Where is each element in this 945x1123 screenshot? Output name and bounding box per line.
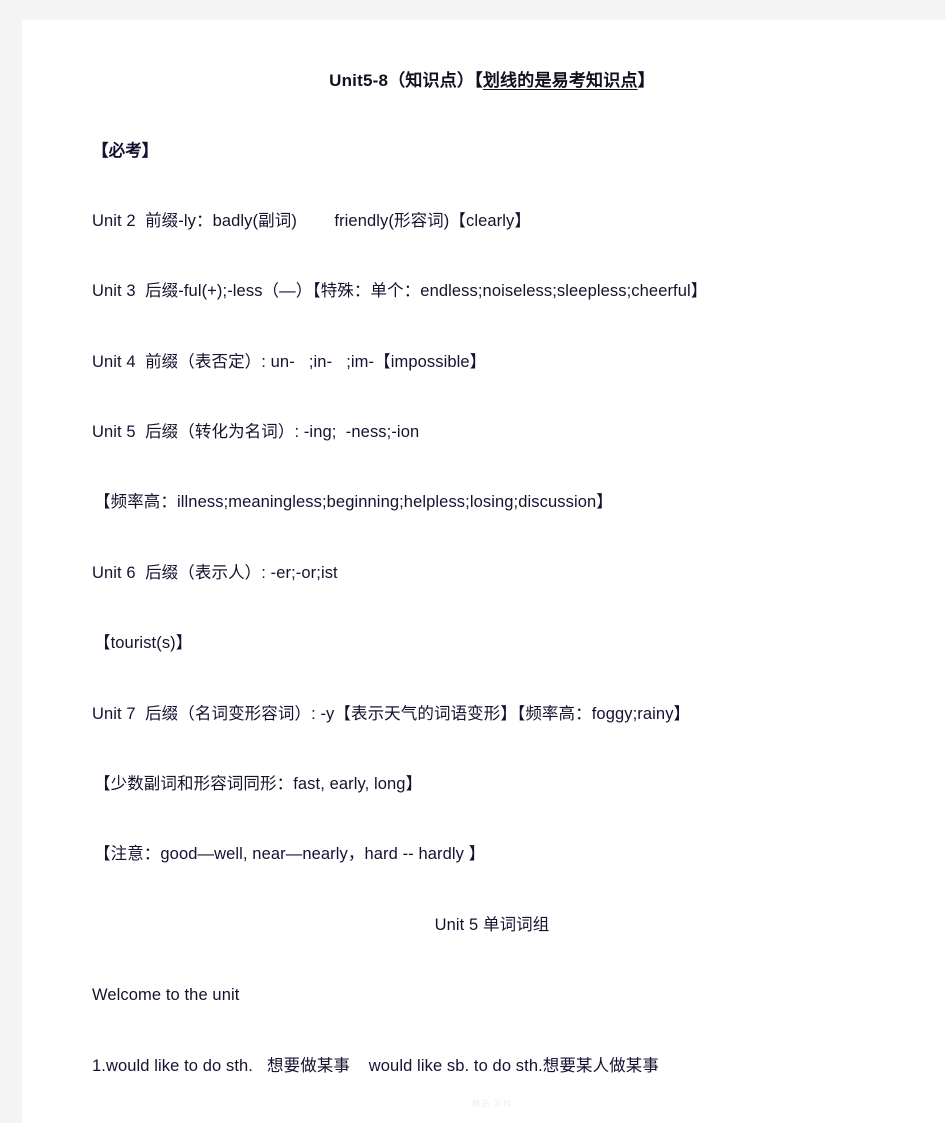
document-page: Unit5-8（知识点）【划线的是易考知识点】 【必考】 Unit 2 前缀-l… — [22, 20, 945, 1123]
footer-watermark: 精品 文档 — [472, 1099, 512, 1108]
page-title: Unit5-8（知识点）【划线的是易考知识点】 — [92, 66, 892, 91]
text-line-attention: 【注意：good—well, near—nearly，hard -- hardl… — [94, 845, 486, 863]
text-line-unit4: Unit 4 前缀（表否定）: un- ;in- ;im-【impossible… — [92, 353, 487, 371]
page-content-area: Unit5-8（知识点）【划线的是易考知识点】 【必考】 Unit 2 前缀-l… — [92, 20, 892, 1123]
text-line-adverb-adjective-same: 【少数副词和形容词同形：fast, early, long】 — [94, 775, 423, 793]
title-underlined-text: 划线的是易考知识点 — [482, 71, 638, 90]
text-line-tourist: 【tourist(s)】 — [94, 634, 193, 652]
text-line-unit6: Unit 6 后缀（表示人）: -er;-or;ist — [92, 564, 338, 582]
text-line-welcome-to-the-unit: Welcome to the unit — [92, 986, 240, 1004]
text-line-frequency-high-nouns: 【频率高：illness;meaningless;beginning;helpl… — [94, 493, 613, 511]
title-prefix: Unit5-8（知识点）【 — [329, 71, 483, 90]
text-line-unit2: Unit 2 前缀-ly：badly(副词) friendly(形容词)【cle… — [92, 212, 531, 230]
text-line-unit5: Unit 5 后缀（转化为名词）: -ing; -ness;-ion — [92, 423, 420, 441]
section-heading-bikao: 【必考】 — [92, 142, 159, 160]
subheading-unit5-vocabulary: Unit 5 单词词组 — [434, 916, 550, 934]
title-suffix: 】 — [637, 71, 655, 90]
text-line-would-like: 1.would like to do sth. 想要做某事 would like… — [92, 1057, 659, 1075]
text-line-unit7: Unit 7 后缀（名词变形容词）: -y【表示天气的词语变形】【频率高：fog… — [92, 705, 691, 723]
text-line-unit3: Unit 3 后缀-ful(+);-less（—）【特殊：单个：endless;… — [92, 282, 708, 300]
